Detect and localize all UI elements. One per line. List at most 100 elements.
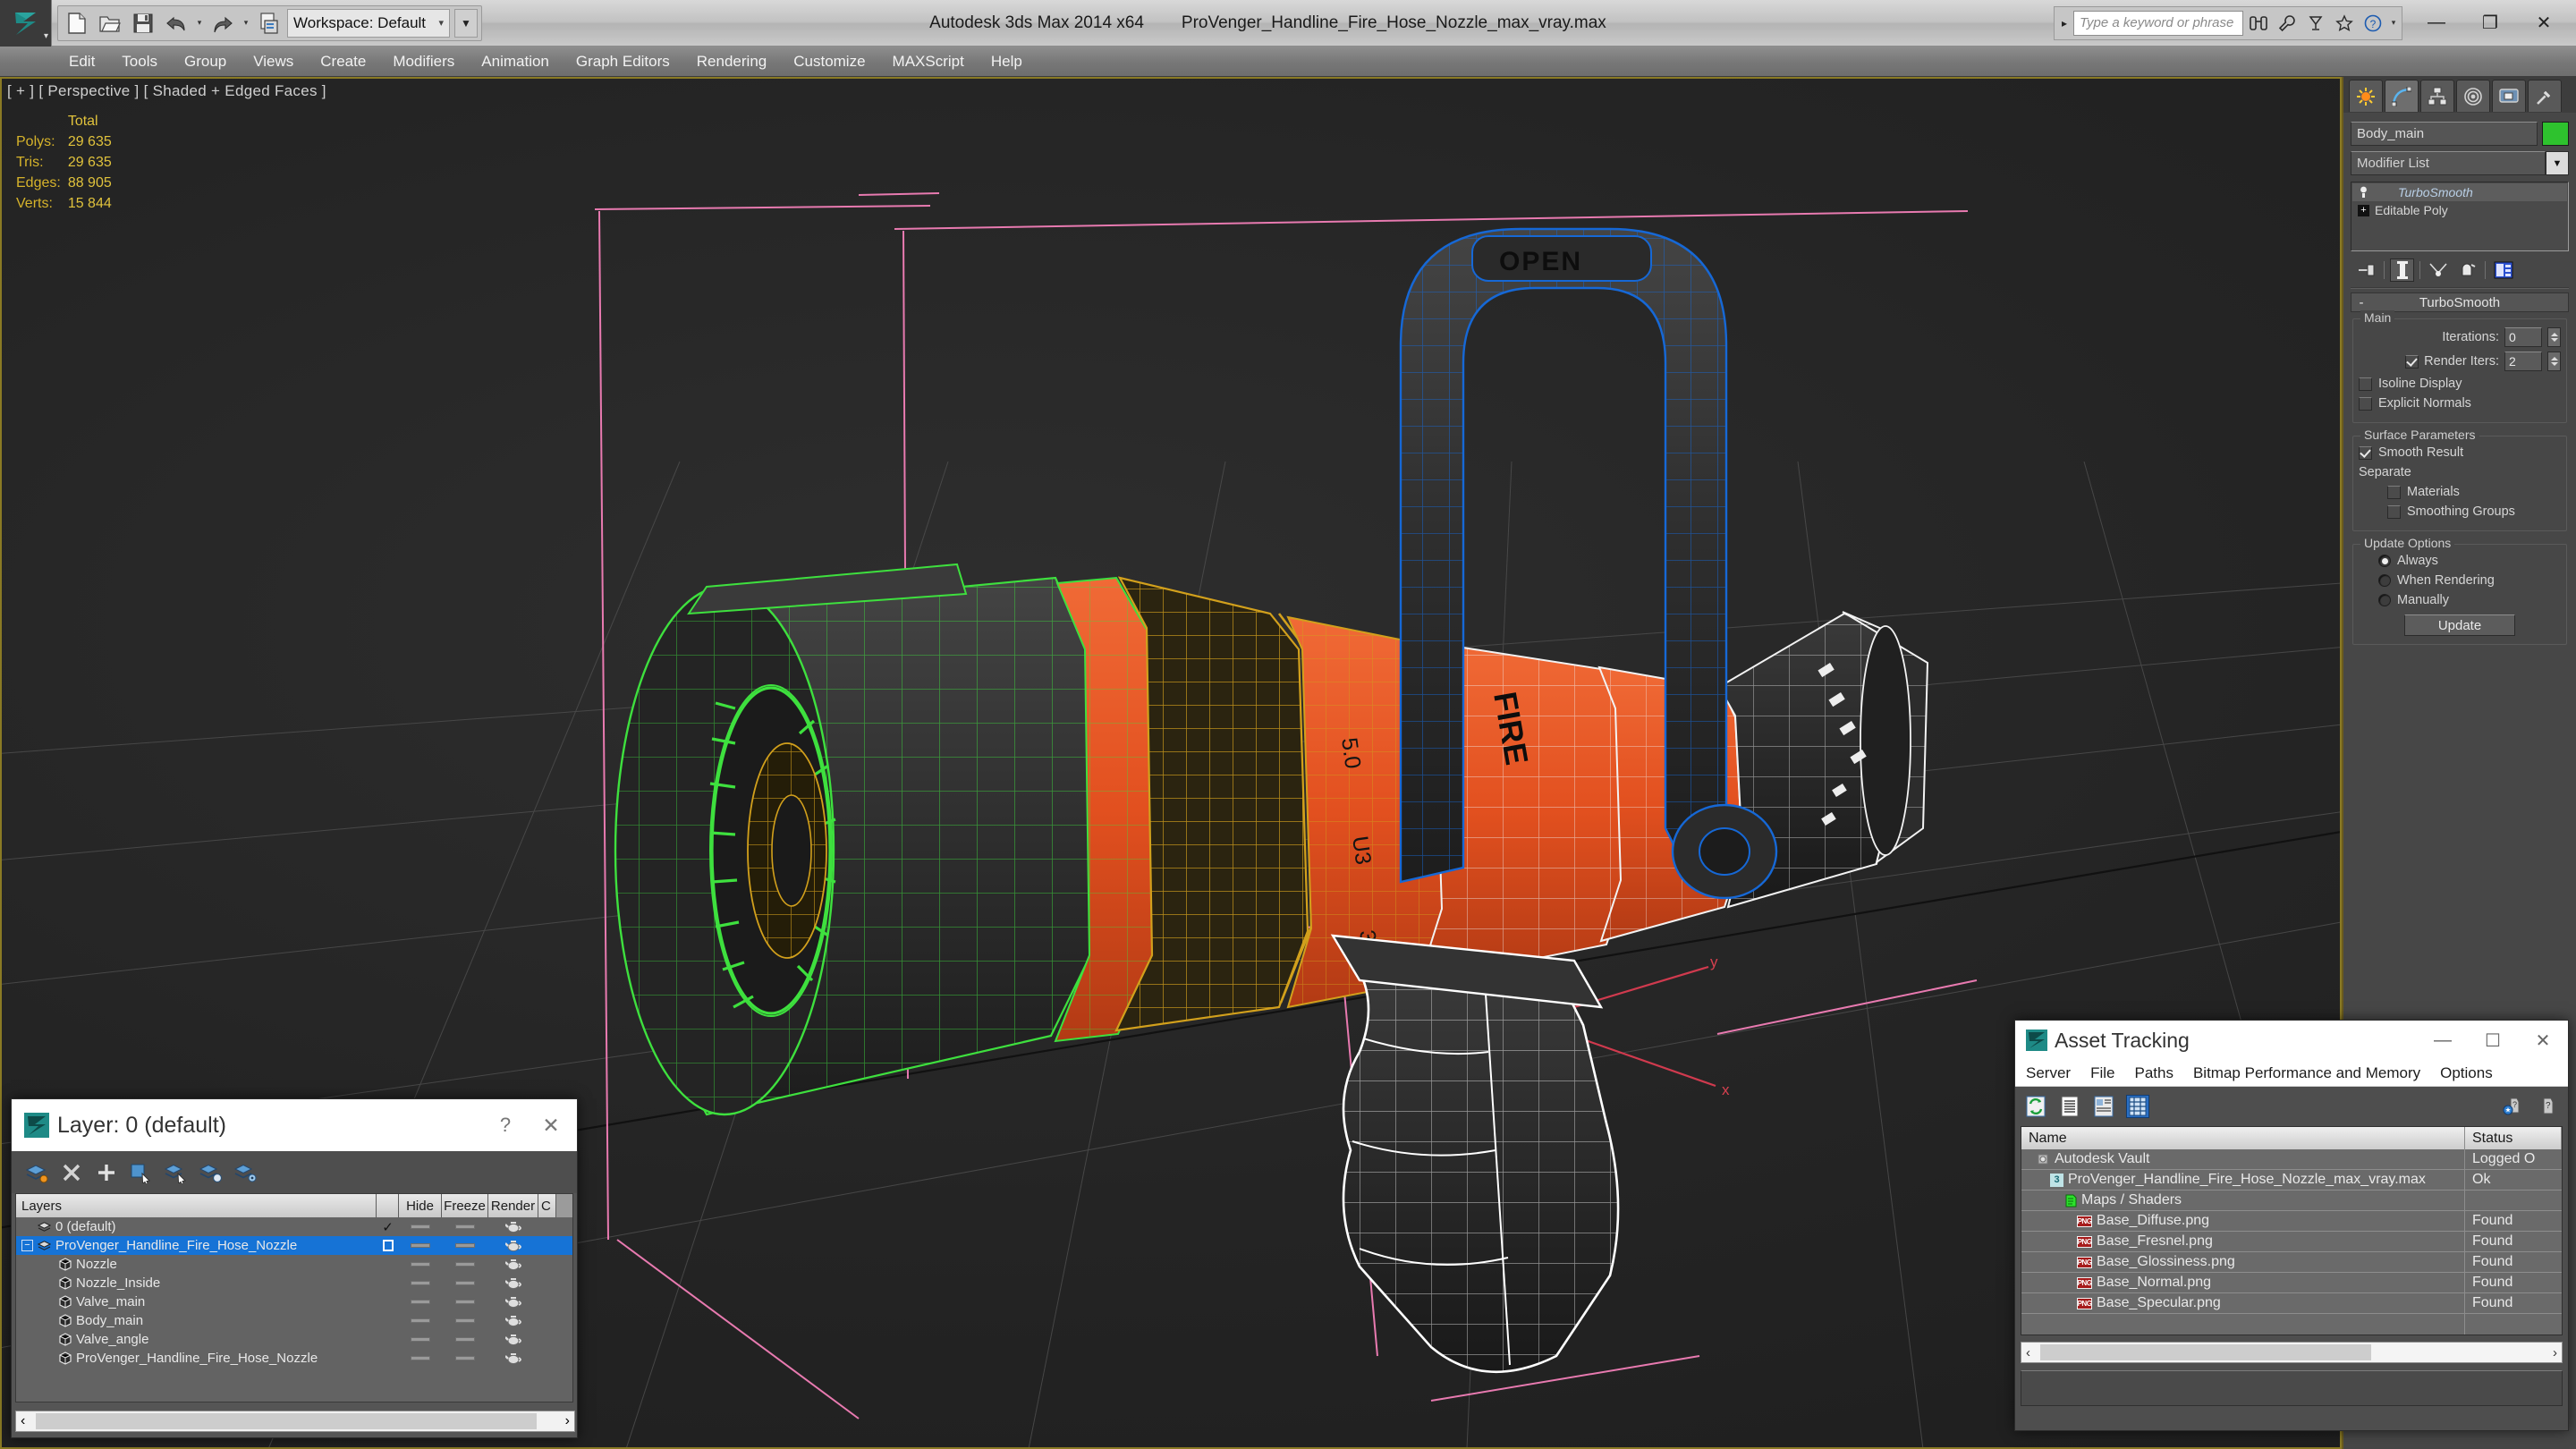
modifier-list-select[interactable]: Modifier List [2351,151,2546,175]
table-row[interactable]: 3 ProVenger_Handline_Fire_Hose_Nozzle_ma… [2021,1170,2562,1191]
hide-cell[interactable] [399,1224,442,1229]
at-close-button[interactable]: ✕ [2518,1021,2568,1059]
table-row[interactable]: ProVenger_Handline_Fire_Hose_Nozzle [16,1349,572,1368]
tab-utilities[interactable] [2528,80,2562,112]
hide-cell[interactable] [399,1318,442,1323]
table-row[interactable]: PNG Base_Specular.png Found [2021,1293,2562,1314]
add-selection-icon[interactable] [94,1160,119,1185]
add-help-icon[interactable]: ? [2502,1095,2525,1118]
scrollbar-thumb[interactable] [2040,1344,2371,1360]
workspace-dropdown-button[interactable]: ▼ [454,9,478,38]
freeze-cell[interactable] [442,1262,488,1267]
scroll-right-icon[interactable]: › [2553,1345,2557,1360]
table-row[interactable]: 0 (default) ✓ [16,1217,572,1236]
hide-cell[interactable] [399,1243,442,1248]
iterations-input[interactable]: 0 [2504,327,2542,347]
table-row[interactable]: Nozzle [16,1255,572,1274]
object-name-input[interactable]: Body_main [2351,122,2538,146]
render-cell[interactable] [488,1314,538,1327]
table-row[interactable]: PNG Base_Diffuse.png Found [2021,1211,2562,1232]
set-project-folder-icon[interactable] [254,8,284,38]
table-row[interactable]: PNG Base_Normal.png Found [2021,1273,2562,1293]
rollout-header-turbosmooth[interactable]: - TurboSmooth [2351,292,2569,312]
iterations-spinner[interactable] [2547,327,2561,347]
layer-horizontal-scrollbar[interactable]: ‹ › [15,1411,575,1432]
column-layers[interactable]: Layers [16,1194,377,1217]
undo-icon[interactable] [161,8,191,38]
maximize-button[interactable]: ❐ [2463,2,2517,45]
infocenter-expand-icon[interactable]: ▸ [2057,17,2072,30]
manually-radio[interactable] [2378,594,2391,606]
render-cell[interactable] [488,1276,538,1290]
freeze-cell[interactable] [442,1224,488,1229]
menu-item-help[interactable]: Help [978,49,1036,74]
tab-display[interactable] [2492,80,2526,112]
help-caret-icon[interactable]: ▾ [2388,18,2399,28]
render-iters-spinner[interactable] [2547,352,2561,371]
update-option-always[interactable]: Always [2359,554,2561,568]
table-row[interactable]: PNG Base_Glossiness.png Found [2021,1252,2562,1273]
current-cell[interactable]: ✓ [377,1219,399,1235]
viewport-label[interactable]: [ + ] [ Perspective ] [ Shaded + Edged F… [7,82,326,100]
collapse-minus-icon[interactable]: − [21,1240,33,1251]
help-icon[interactable]: ? [2536,1095,2559,1118]
column-render[interactable]: Render [488,1194,538,1217]
asset-list[interactable]: Name Status Autodesk Vault Logged O 3 Pr… [2021,1126,2563,1335]
menu-item-views[interactable]: Views [240,49,307,74]
smoothing-groups-checkbox[interactable] [2387,505,2401,519]
menu-item-maxscript[interactable]: MAXScript [879,49,978,74]
table-row[interactable]: Body_main [16,1311,572,1330]
render-cell[interactable] [488,1333,538,1346]
object-color-swatch[interactable] [2542,122,2569,146]
open-icon[interactable] [95,8,125,38]
remove-modifier-icon[interactable] [2455,258,2479,282]
update-button[interactable]: Update [2404,614,2515,636]
layer-help-button[interactable]: ? [484,1100,527,1150]
freeze-cell[interactable] [442,1337,488,1342]
at-menu-file[interactable]: File [2090,1064,2114,1082]
at-menu-bitmap-performance[interactable]: Bitmap Performance and Memory [2193,1064,2420,1082]
show-end-result-icon[interactable] [2390,258,2414,282]
hide-cell[interactable] [399,1356,442,1360]
isoline-display-checkbox[interactable] [2359,377,2372,391]
layer-properties-icon[interactable] [233,1160,258,1185]
render-cell[interactable] [488,1239,538,1252]
freeze-cell[interactable] [442,1281,488,1285]
select-highlighted-icon[interactable] [164,1160,189,1185]
freeze-cell[interactable] [442,1300,488,1304]
column-color[interactable]: C [538,1194,556,1217]
render-cell[interactable] [488,1258,538,1271]
grid-view-icon[interactable] [2126,1095,2149,1118]
menu-item-group[interactable]: Group [171,49,240,74]
column-name[interactable]: Name [2021,1127,2465,1149]
create-new-layer-icon[interactable] [24,1160,49,1185]
column-hide[interactable]: Hide [399,1194,442,1217]
hide-cell[interactable] [399,1300,442,1304]
at-menu-server[interactable]: Server [2026,1064,2071,1082]
scrollbar-thumb[interactable] [36,1413,537,1429]
render-cell[interactable] [488,1220,538,1233]
smooth-result-checkbox[interactable] [2359,446,2372,460]
wrench-icon[interactable] [2274,10,2301,37]
scroll-right-icon[interactable]: › [565,1413,570,1429]
current-cell[interactable] [377,1240,399,1251]
detail-view-icon[interactable] [2092,1095,2115,1118]
close-button[interactable]: ✕ [2517,2,2571,45]
menu-item-modifiers[interactable]: Modifiers [379,49,468,74]
refresh-icon[interactable] [2024,1095,2047,1118]
configure-sets-icon[interactable] [2491,258,2515,282]
scroll-left-icon[interactable]: ‹ [21,1413,25,1429]
update-option-manually[interactable]: Manually [2359,593,2561,607]
layer-list[interactable]: Layers Hide Freeze Render C 0 (default) … [15,1193,573,1402]
workspace-selector[interactable]: Workspace: Default ▾ [287,9,450,38]
tab-motion[interactable] [2456,80,2490,112]
hide-cell[interactable] [399,1337,442,1342]
menu-item-edit[interactable]: Edit [55,49,108,74]
modifier-stack[interactable]: TurboSmooth + Editable Poly [2351,182,2569,251]
table-row[interactable]: Nozzle_Inside [16,1274,572,1292]
column-status[interactable]: Status [2465,1127,2562,1149]
highlight-selected-icon[interactable] [199,1160,224,1185]
menu-item-graph-editors[interactable]: Graph Editors [563,49,683,74]
list-view-icon[interactable] [2058,1095,2081,1118]
layer-close-button[interactable]: ✕ [527,1100,575,1150]
